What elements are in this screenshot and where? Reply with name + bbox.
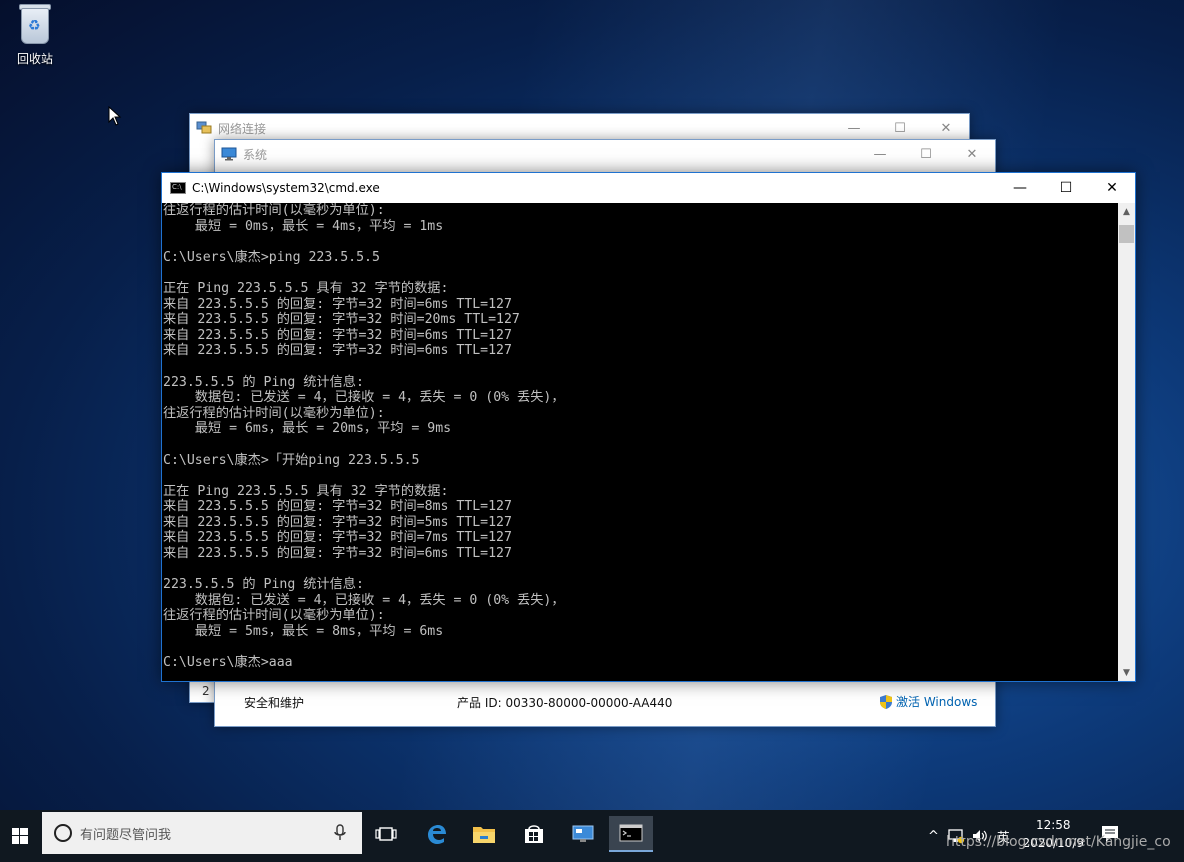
recycle-bin-icon: ♻ — [16, 2, 54, 46]
console-line: 来自 223.5.5.5 的回复: 字节=32 时间=7ms TTL=127 — [163, 530, 512, 546]
search-placeholder: 有问题尽管问我 — [80, 827, 172, 843]
console-line: 正在 Ping 223.5.5.5 具有 32 字节的数据: — [163, 483, 449, 499]
console-output[interactable]: 往返行程的估计时间(以毫秒为单位): 最短 = 0ms，最长 = 4ms，平均 … — [162, 203, 1117, 681]
console-line: 来自 223.5.5.5 的回复: 字节=32 时间=5ms TTL=127 — [163, 514, 512, 530]
console-line: C:\Users\康杰>「开始ping 223.5.5.5 — [163, 452, 420, 468]
console-line: 223.5.5.5 的 Ping 统计信息: — [163, 577, 364, 593]
minimize-button[interactable]: — — [857, 140, 903, 168]
cortana-icon — [54, 824, 72, 842]
taskbar-search-box[interactable]: 有问题尽管问我 — [42, 812, 362, 854]
shield-icon — [880, 694, 892, 709]
microphone-icon[interactable] — [334, 824, 346, 842]
close-button[interactable]: ✕ — [949, 140, 995, 168]
edge-icon — [428, 825, 446, 844]
windows-logo-icon — [12, 828, 28, 844]
console-line: 最短 = 6ms，最长 = 20ms，平均 = 9ms — [163, 421, 452, 437]
network-window-title: 网络连接 — [218, 121, 267, 136]
maximize-button[interactable]: ☐ — [903, 140, 949, 168]
edge-taskbar-button[interactable] — [414, 816, 458, 852]
console-line: 来自 223.5.5.5 的回复: 字节=32 时间=6ms TTL=127 — [163, 343, 512, 359]
maximize-button[interactable]: ☐ — [1043, 173, 1089, 203]
console-line: 来自 223.5.5.5 的回复: 字节=32 时间=6ms TTL=127 — [163, 546, 512, 562]
console-line: 数据包: 已发送 = 4，已接收 = 4，丢失 = 0 (0% 丢失)， — [163, 592, 565, 608]
store-taskbar-button[interactable] — [512, 816, 556, 852]
console-line: 往返行程的估计时间(以毫秒为单位): — [163, 608, 385, 624]
mouse-cursor-icon — [108, 106, 122, 126]
console-line: C:\Users\康杰>aaa — [163, 655, 293, 671]
task-view-button[interactable] — [364, 816, 408, 852]
console-line: 最短 = 5ms，最长 = 8ms，平均 = 6ms — [163, 624, 444, 640]
activate-windows-link[interactable]: 激活 Windows — [879, 693, 977, 710]
file-explorer-icon — [473, 827, 495, 843]
console-line: 来自 223.5.5.5 的回复: 字节=32 时间=6ms TTL=127 — [163, 327, 512, 343]
cmd-titlebar[interactable]: C:\ C:\Windows\system32\cmd.exe — ☐ ✕ — [162, 173, 1135, 203]
cmd-icon: C:\ — [170, 182, 186, 194]
product-id-text: 产品 ID: 00330-80000-00000-AA440 — [457, 696, 673, 710]
recycle-bin-desktop-icon[interactable]: ♻ 回收站 — [8, 2, 62, 67]
console-line: 数据包: 已发送 = 4，已接收 = 4，丢失 = 0 (0% 丢失)， — [163, 390, 565, 406]
clock-time: 12:58 — [1035, 818, 1071, 832]
console-line: 223.5.5.5 的 Ping 统计信息: — [163, 374, 364, 390]
console-line: 最短 = 0ms，最长 = 4ms，平均 = 1ms — [163, 218, 444, 234]
console-line: C:\Users\康杰>ping 223.5.5.5 — [163, 249, 380, 265]
console-line: 来自 223.5.5.5 的回复: 字节=32 时间=8ms TTL=127 — [163, 499, 512, 515]
console-line: 往返行程的估计时间(以毫秒为单位): — [163, 405, 385, 421]
network-connections-taskbar-button[interactable] — [561, 816, 605, 852]
console-line: 来自 223.5.5.5 的回复: 字节=32 时间=6ms TTL=127 — [163, 296, 512, 312]
console-line: 往返行程的估计时间(以毫秒为单位): — [163, 203, 385, 218]
scroll-down-icon[interactable]: ▼ — [1118, 664, 1135, 681]
cmd-window[interactable]: C:\ C:\Windows\system32\cmd.exe — ☐ ✕ 往返… — [161, 172, 1136, 682]
task-view-icon — [375, 827, 397, 841]
maximize-button[interactable]: ☐ — [877, 114, 923, 142]
csdn-watermark: https://blog.csdn.net/Kangjie_co — [946, 834, 1171, 850]
partial-list-text: 2 — [202, 684, 210, 698]
minimize-button[interactable]: — — [831, 114, 877, 142]
system-window-title: 系统 — [243, 147, 268, 162]
recycle-bin-label: 回收站 — [16, 52, 53, 66]
cmd-taskbar-button[interactable] — [609, 816, 653, 852]
console-line: 来自 223.5.5.5 的回复: 字节=32 时间=20ms TTL=127 — [163, 312, 520, 328]
file-explorer-taskbar-button[interactable] — [462, 816, 506, 852]
console-line: 正在 Ping 223.5.5.5 具有 32 字节的数据: — [163, 280, 449, 296]
show-hidden-icons-icon[interactable]: ^ — [928, 829, 939, 844]
store-icon — [525, 825, 543, 843]
scrollbar-thumb[interactable] — [1119, 225, 1134, 243]
network-connections-icon — [572, 825, 594, 842]
cmd-icon — [619, 824, 643, 842]
vertical-scrollbar[interactable]: ▲ ▼ — [1118, 203, 1135, 681]
minimize-button[interactable]: — — [997, 173, 1043, 203]
close-button[interactable]: ✕ — [1089, 173, 1135, 203]
activate-windows-label: 激活 Windows — [896, 695, 978, 709]
system-info-footer: 安全和维护 产品 ID: 00330-80000-00000-AA440 激活 … — [215, 678, 995, 726]
start-button[interactable] — [0, 816, 40, 856]
system-monitor-icon — [221, 147, 237, 161]
network-connections-icon — [196, 121, 212, 134]
security-maintenance-link[interactable]: 安全和维护 — [244, 694, 304, 711]
cmd-window-title: C:\Windows\system32\cmd.exe — [192, 181, 380, 195]
close-button[interactable]: ✕ — [923, 114, 969, 142]
scroll-up-icon[interactable]: ▲ — [1118, 203, 1135, 220]
